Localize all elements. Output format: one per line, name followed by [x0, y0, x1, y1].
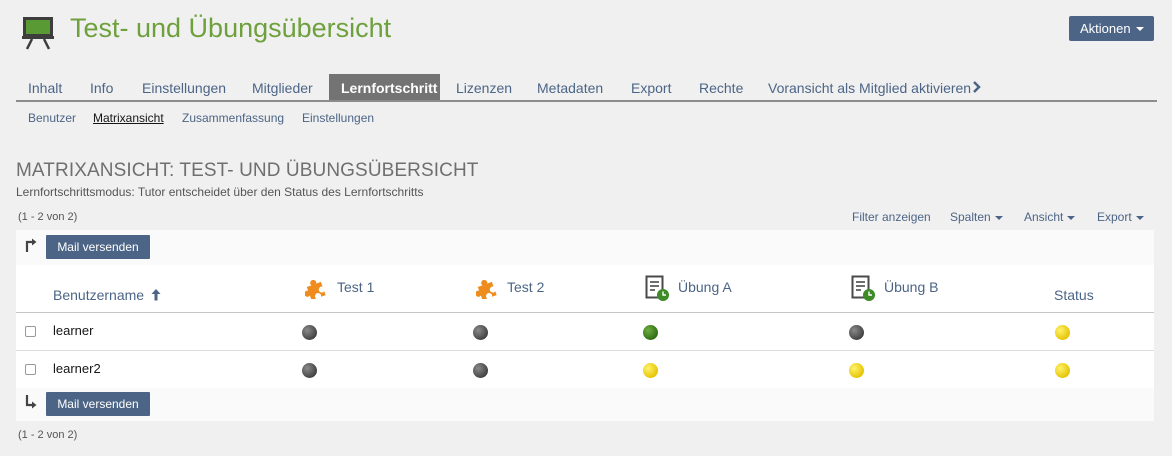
mail-button-top[interactable]: Mail versenden: [46, 235, 150, 259]
status-dot-uebung-a: [643, 363, 658, 378]
chevron-down-icon: [1136, 27, 1144, 31]
export-label: Export: [1097, 210, 1132, 224]
column-test-2[interactable]: Test 2: [507, 279, 544, 295]
page-title: Test- und Übungsübersicht: [70, 13, 392, 43]
table-row: learner: [16, 313, 1154, 351]
username-cell: learner2: [53, 361, 101, 376]
puzzle-icon: [476, 279, 497, 299]
status-dot-uebung-b: [849, 325, 864, 340]
section-title: MATRIXANSICHT: TEST- UND ÜBUNGSÜBERSICHT: [16, 160, 479, 181]
table-header: Benutzername Test 1 Test 2 Übung A Übung…: [16, 265, 1154, 313]
puzzle-icon: [305, 279, 326, 299]
exercise-clock-icon: [851, 275, 875, 301]
tab-rechte[interactable]: Rechte: [682, 74, 752, 100]
tab-info[interactable]: Info: [78, 74, 130, 100]
status-dot-test-2: [473, 363, 488, 378]
column-username-label: Benutzername: [53, 287, 145, 303]
tab-lernfortschritt[interactable]: Lernfortschritt: [329, 74, 440, 100]
column-uebung-b[interactable]: Übung B: [884, 279, 938, 295]
columns-label: Spalten: [950, 210, 991, 224]
columns-dropdown[interactable]: Spalten: [950, 210, 1003, 224]
chevron-down-icon: [994, 215, 1003, 220]
subtab-benutzer[interactable]: Benutzer: [28, 111, 76, 125]
lp-mode-text: Lernfortschrittsmodus: Tutor entscheidet…: [16, 185, 424, 199]
status-dot-test-1: [302, 325, 317, 340]
filter-toggle[interactable]: Filter anzeigen: [852, 210, 931, 224]
subtab-zusammenfassung[interactable]: Zusammenfassung: [182, 111, 284, 125]
filter-label: Filter anzeigen: [852, 210, 931, 224]
blackboard-icon: [22, 16, 54, 50]
arrow-down-right-icon: [25, 395, 37, 409]
mail-button-bottom[interactable]: Mail versenden: [46, 392, 150, 416]
progress-table: Mail versenden Benutzername Test 1 Test …: [16, 230, 1154, 421]
tab-metadaten[interactable]: Metadaten: [520, 74, 616, 100]
status-dot-overall: [1055, 363, 1070, 378]
subtab-matrixansicht[interactable]: Matrixansicht: [93, 111, 164, 125]
chevron-down-icon: [1067, 215, 1076, 220]
range-text-bottom: (1 - 2 von 2): [18, 429, 78, 441]
column-uebung-a[interactable]: Übung A: [678, 279, 732, 295]
table-row: learner2: [16, 351, 1154, 388]
column-test-1[interactable]: Test 1: [337, 279, 374, 295]
chevron-down-icon: [1135, 215, 1144, 220]
exercise-clock-icon: [645, 275, 669, 301]
username-cell: learner: [53, 323, 94, 338]
row-checkbox[interactable]: [25, 326, 36, 337]
tab-export[interactable]: Export: [616, 74, 682, 100]
tab-voransicht[interactable]: Voransicht als Mitglied aktivieren: [752, 74, 982, 100]
export-dropdown[interactable]: Export: [1097, 210, 1144, 224]
view-dropdown[interactable]: Ansicht: [1024, 210, 1076, 224]
chevron-right-icon[interactable]: [973, 81, 981, 93]
column-status[interactable]: Status: [1054, 287, 1094, 303]
tab-mitglieder[interactable]: Mitglieder: [240, 74, 329, 100]
status-dot-test-2: [473, 325, 488, 340]
row-checkbox[interactable]: [25, 364, 36, 375]
tab-inhalt[interactable]: Inhalt: [16, 74, 78, 100]
subtab-einstellungen[interactable]: Einstellungen: [302, 111, 374, 125]
range-text-top: (1 - 2 von 2): [18, 211, 78, 223]
tab-einstellungen[interactable]: Einstellungen: [130, 74, 240, 100]
main-tabs: Inhalt Info Einstellungen Mitglieder Ler…: [16, 74, 1157, 102]
status-dot-uebung-a: [643, 325, 658, 340]
arrow-up-right-icon: [25, 238, 37, 252]
status-dot-overall: [1055, 325, 1070, 340]
actions-button[interactable]: Aktionen: [1069, 16, 1154, 41]
tab-lizenzen[interactable]: Lizenzen: [440, 74, 520, 100]
view-label: Ansicht: [1024, 210, 1064, 224]
sort-ascending-icon: [151, 289, 161, 301]
status-dot-test-1: [302, 363, 317, 378]
column-username[interactable]: Benutzername: [53, 287, 161, 303]
status-dot-uebung-b: [849, 363, 864, 378]
actions-label: Aktionen: [1080, 21, 1131, 36]
